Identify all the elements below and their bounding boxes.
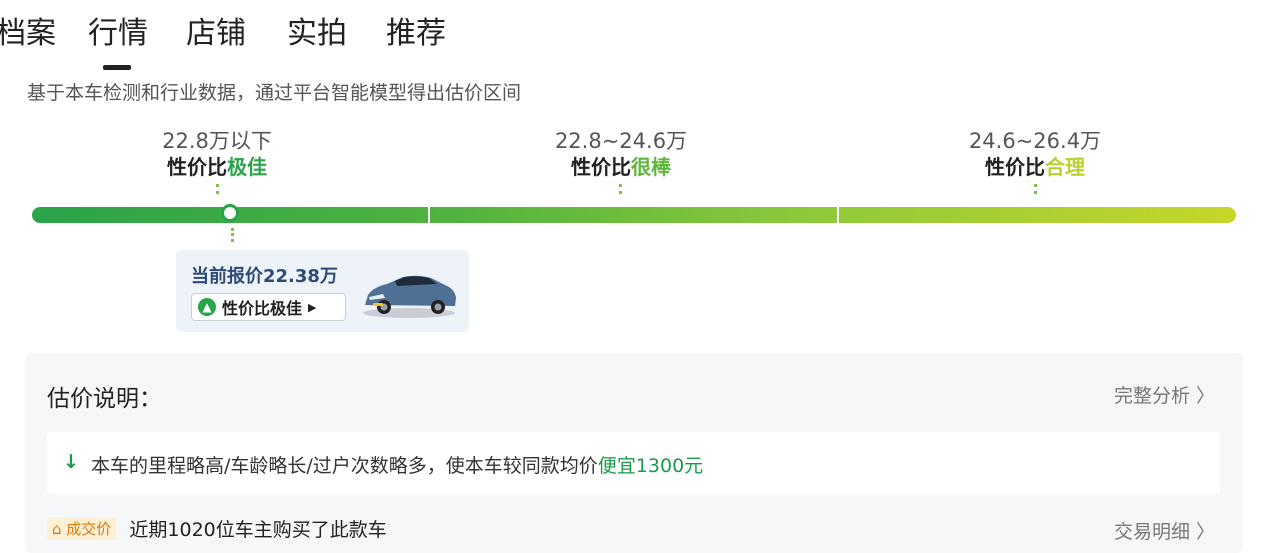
- full-analysis-link[interactable]: 完整分析 〉: [1114, 381, 1215, 408]
- range-marker-dots: [1034, 184, 1041, 194]
- current-price-label: 当前报价22.38万: [191, 266, 338, 287]
- range-excellent: 22.8万以下 性价比极佳: [67, 128, 367, 180]
- range-marker-dots: [216, 184, 223, 194]
- marker-connector-dots: [231, 228, 238, 242]
- range-price: 22.8万以下: [162, 129, 272, 153]
- value-rating-badge[interactable]: ▲ 性价比极佳 ▶: [191, 293, 346, 321]
- deal-text: 近期1020位车主购买了此款车: [129, 519, 387, 541]
- tab-archive[interactable]: 档案: [0, 12, 56, 56]
- valuation-subtitle: 基于本车检测和行业数据，通过平台智能模型得出估价区间: [27, 82, 522, 104]
- range-fair: 24.6~26.4万 性价比合理: [885, 128, 1185, 180]
- badge-text: 性价比极佳: [222, 299, 303, 318]
- tab-photos[interactable]: 实拍: [287, 12, 347, 56]
- car-image: [363, 275, 456, 318]
- arrow-down-icon: ↓: [63, 451, 79, 473]
- range-price: 22.8~24.6万: [554, 129, 688, 153]
- transaction-details-link[interactable]: 交易明细 〉: [1114, 517, 1215, 544]
- arrow-up-icon: ▲: [198, 298, 216, 316]
- bar-divider: [428, 207, 430, 223]
- range-rating: 性价比很棒: [571, 155, 671, 179]
- note-text: 本车的里程略高/车龄略长/过户次数略多，使本车较同款均价便宜1300元: [91, 455, 704, 477]
- valuation-explanation-panel: 估价说明： 完整分析 〉 ↓ 本车的里程略高/车龄略长/过户次数略多，使本车较同…: [25, 353, 1243, 553]
- price-note: ↓ 本车的里程略高/车龄略长/过户次数略多，使本车较同款均价便宜1300元: [47, 432, 1220, 494]
- caret-right-icon: ▶: [308, 300, 317, 314]
- range-rating: 性价比合理: [985, 155, 1085, 179]
- range-rating: 性价比极佳: [167, 155, 267, 179]
- range-price: 24.6~26.4万: [968, 129, 1102, 153]
- bar-divider: [837, 207, 839, 223]
- panel-title: 估价说明：: [47, 386, 162, 412]
- price-range-bar: [32, 207, 1236, 223]
- current-price-card[interactable]: 当前报价22.38万 ▲ 性价比极佳 ▶: [176, 250, 469, 332]
- active-tab-indicator: [103, 65, 131, 70]
- tab-store[interactable]: 店铺: [186, 12, 246, 56]
- deal-row: ⌂ 成交价 近期1020位车主购买了此款车: [47, 515, 387, 545]
- range-great: 22.8~24.6万 性价比很棒: [471, 128, 771, 180]
- deal-price-tag: ⌂ 成交价: [47, 517, 117, 540]
- range-marker-dots: [619, 184, 626, 194]
- tab-market[interactable]: 行情: [88, 12, 148, 56]
- discount-highlight: 便宜1300元: [597, 455, 704, 477]
- current-price-marker: [221, 204, 239, 222]
- tab-recommend[interactable]: 推荐: [386, 12, 446, 56]
